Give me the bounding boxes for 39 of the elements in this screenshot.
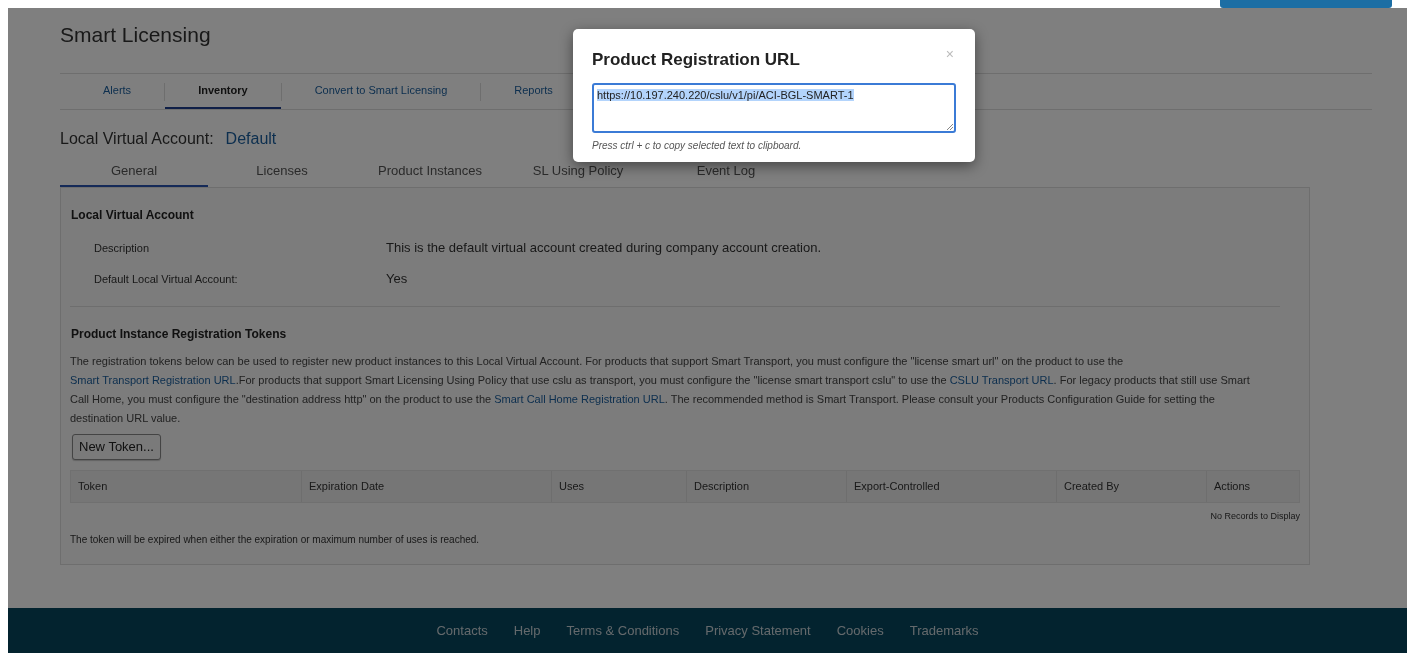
registration-link[interactable]: CSLU Transport URL [949, 374, 1054, 386]
nav-tab[interactable]: Alerts [70, 74, 165, 109]
close-button[interactable]: × [945, 47, 954, 61]
column-header: Actions [1206, 471, 1299, 502]
empty-message: No Records to Display [1210, 510, 1300, 523]
footer-link[interactable]: Cookies [836, 620, 884, 641]
registration-link[interactable]: Smart Transport Registration URL [70, 374, 236, 386]
new-token-button[interactable]: New Token... [72, 434, 161, 460]
column-header: Expiration Date [301, 471, 551, 502]
resize-handle-icon[interactable] [946, 122, 953, 130]
section-tab[interactable]: Product Instances [356, 151, 504, 187]
account-label: Local Virtual Account: [60, 129, 214, 149]
footer-link[interactable]: Help [513, 620, 541, 641]
field-label: Default Local Virtual Account: [93, 271, 239, 287]
field-value: Yes [386, 270, 408, 289]
nav-tab[interactable]: Inventory [165, 74, 281, 109]
footer-link[interactable]: Contacts [436, 620, 488, 641]
modal-title: Product Registration URL [592, 49, 800, 71]
section-heading: Product Instance Registration Tokens [70, 326, 287, 343]
footer-link[interactable]: Privacy Statement [705, 620, 811, 641]
column-header: Description [686, 471, 846, 502]
tokens-description: The registration tokens below can be used to register new product instances to this Local Virtual Account. For products that support Smart Transport, you must configure the "license smart url" on the product to use the Smart Transport Registration URL.For products that support Smart Licensing Using Policy that use cslu as transport, you must configure the "license smart transport cslu" to use the CSLU Transport URL. For legacy products that still use Smart Call Home, you must configure the "destination address http" on the product to use the Smart Call Home Registration URL. The recommended method is Smart Transport. Please consult your Products Configuration Guide for setting the destination URL value. [70, 354, 1251, 426]
field-label: Description [93, 240, 151, 256]
field-value: This is the default virtual account created during company account creation. [386, 239, 822, 258]
nav-tab[interactable]: Convert to Smart Licensing [281, 74, 481, 109]
column-header: Token [77, 479, 109, 495]
token-note: The token will be expired when either the expiration or maximum number of uses is reached. [70, 532, 480, 547]
modal-hint: Press ctrl + c to copy selected text to clipboard. [592, 138, 802, 153]
url-field[interactable]: https://10.197.240.220/cslu/v1/pi/ACI-BGL-SMART-1 [592, 82, 956, 133]
footer-link[interactable]: Terms & Conditions [566, 620, 680, 641]
account-link[interactable]: Default [225, 127, 277, 151]
column-header: Created By [1056, 471, 1206, 502]
section-tab[interactable]: Licenses [208, 151, 356, 187]
column-header: Uses [551, 471, 686, 502]
section-heading: Local Virtual Account [70, 207, 194, 224]
column-header: Export-Controlled [846, 471, 1056, 502]
registration-link[interactable]: Smart Call Home Registration URL [494, 393, 665, 405]
footer-link[interactable]: Trademarks [909, 620, 979, 641]
page-title: Smart Licensing [60, 22, 211, 48]
